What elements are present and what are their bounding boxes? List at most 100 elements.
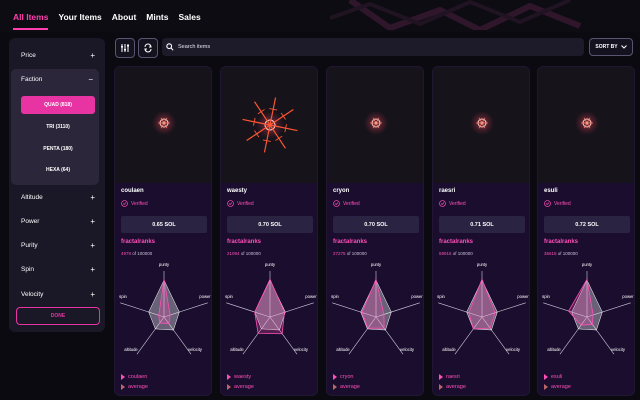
tab-about[interactable]: About — [112, 12, 137, 30]
expand-icon: + — [90, 289, 95, 299]
rank-total: of 100000 — [346, 251, 367, 256]
check-circle-icon — [439, 200, 446, 207]
filter-sliders-icon — [121, 44, 129, 52]
fractalranks-link[interactable]: fractalranks — [227, 239, 261, 245]
item-image[interactable] — [221, 67, 317, 183]
tab-all-items[interactable]: All Items — [13, 12, 49, 30]
radar-item-area — [361, 277, 385, 329]
faction-option-penta[interactable]: PENTA (180) — [21, 140, 95, 158]
verified-badge: Verified — [439, 200, 466, 207]
price-button[interactable]: 0.71 SOL — [439, 216, 525, 233]
tab-mints[interactable]: Mints — [146, 12, 168, 30]
radar-axis-label: purity — [371, 263, 382, 267]
fractal-artwork — [242, 97, 298, 153]
stats-radar-chart: purity power velocity altitude spin — [225, 263, 317, 355]
sort-by-label: SORT BY — [595, 44, 618, 50]
done-button[interactable]: DONE — [16, 307, 100, 325]
legend-item-name: coulaen — [128, 374, 148, 380]
facet-price[interactable]: Price + — [9, 45, 105, 65]
item-card[interactable]: cryon Verified 0.70 SOL fractalranks 272… — [326, 66, 424, 396]
legend-marker-icon — [544, 384, 548, 390]
radar-axis-label: altitude — [124, 347, 138, 352]
item-name: waesty — [227, 188, 248, 194]
tab-sales[interactable]: Sales — [178, 12, 200, 30]
item-image[interactable] — [538, 67, 634, 183]
radar-axis-label: spin — [331, 294, 339, 299]
facet-power-label: Power — [21, 217, 40, 225]
fractal-artwork — [575, 111, 599, 135]
rank-total: of 100000 — [132, 251, 153, 256]
legend-item-self: coulaen — [121, 374, 147, 380]
expand-icon: + — [90, 216, 95, 226]
check-circle-icon — [227, 200, 234, 207]
verified-label: Verified — [237, 200, 254, 207]
radar-axis-label: velocity — [611, 347, 626, 352]
search-bar — [162, 38, 584, 56]
rank-number: 36615 — [544, 251, 557, 256]
item-card[interactable]: raesri Verified 0.71 SOL fractalranks 59… — [432, 66, 530, 396]
price-button[interactable]: 0.70 SOL — [333, 216, 419, 233]
sort-by-dropdown[interactable]: SORT BY — [589, 38, 633, 56]
facet-price-label: Price — [21, 51, 36, 59]
facet-faction[interactable]: Faction − — [11, 69, 99, 89]
rank-total: of 100000 — [452, 251, 473, 256]
facet-purity[interactable]: Purity + — [9, 235, 105, 255]
item-card[interactable]: esuli Verified 0.72 SOL fractalranks 366… — [537, 66, 635, 396]
faction-option-quad[interactable]: QUAD (818) — [21, 96, 95, 114]
verified-label: Verified — [343, 200, 360, 207]
radar-axis-label: spin — [437, 294, 445, 299]
radar-item-area — [468, 278, 496, 330]
check-circle-icon — [544, 200, 551, 207]
faction-option-hexa[interactable]: HEXA (64) — [21, 161, 95, 179]
facet-velocity[interactable]: Velocity + — [9, 284, 105, 304]
price-button[interactable]: 0.65 SOL — [121, 216, 207, 233]
legend-marker-icon — [333, 374, 337, 380]
legend-item-average: average — [439, 384, 466, 390]
legend-item-self: cryon — [333, 374, 353, 380]
facet-altitude[interactable]: Altitude + — [9, 187, 105, 207]
search-input[interactable] — [178, 44, 568, 50]
item-card[interactable]: waesty Verified 0.70 SOL fractalranks 21… — [220, 66, 318, 396]
rank-total: of 100000 — [240, 251, 261, 256]
item-card[interactable]: coulaen Verified 0.65 SOL fractalranks 4… — [114, 66, 212, 396]
filter-toggle-button[interactable] — [115, 38, 135, 58]
price-button[interactable]: 0.72 SOL — [544, 216, 630, 233]
legend-average-label: average — [446, 384, 466, 390]
radar-axis-label: altitude — [442, 347, 456, 352]
facet-power[interactable]: Power + — [9, 211, 105, 231]
item-image[interactable] — [327, 67, 423, 183]
radar-axis-label: spin — [542, 294, 550, 299]
legend-marker-icon — [227, 374, 231, 380]
legend-marker-icon — [439, 374, 443, 380]
faction-option-tri[interactable]: TRI (3110) — [21, 118, 95, 136]
tab-your-items[interactable]: Your Items — [58, 12, 101, 30]
refresh-button[interactable] — [138, 38, 158, 58]
check-circle-icon — [121, 200, 128, 207]
fractalranks-link[interactable]: fractalranks — [121, 239, 155, 245]
verified-badge: Verified — [544, 200, 571, 207]
top-nav-bar: All Items Your Items About Mints Sales — [0, 0, 640, 32]
verified-badge: Verified — [227, 200, 254, 207]
radar-axis-label: spin — [119, 294, 127, 299]
radar-axis-label: altitude — [336, 347, 350, 352]
item-image[interactable] — [115, 67, 211, 183]
fractalranks-link[interactable]: fractalranks — [544, 239, 578, 245]
item-name: coulaen — [121, 188, 144, 194]
rank-text: 21094 of 100000 — [227, 251, 261, 256]
radar-axis-label: purity — [159, 263, 170, 267]
expand-icon: + — [90, 50, 95, 60]
fractalranks-link[interactable]: fractalranks — [333, 239, 367, 245]
radar-axis-label: altitude — [547, 347, 561, 352]
radar-axis-label: velocity — [294, 347, 309, 352]
legend-item-self: esuli — [544, 374, 562, 380]
stats-radar-chart: purity power velocity altitude spin — [542, 263, 634, 355]
verified-badge: Verified — [333, 200, 360, 207]
fractalranks-link[interactable]: fractalranks — [439, 239, 473, 245]
verified-badge: Verified — [121, 200, 148, 207]
radar-axis-label: velocity — [400, 347, 415, 352]
price-button[interactable]: 0.70 SOL — [227, 216, 313, 233]
facet-spin[interactable]: Spin + — [9, 259, 105, 279]
rank-number: 59916 — [439, 251, 452, 256]
legend-marker-icon — [333, 384, 337, 390]
item-image[interactable] — [433, 67, 529, 183]
